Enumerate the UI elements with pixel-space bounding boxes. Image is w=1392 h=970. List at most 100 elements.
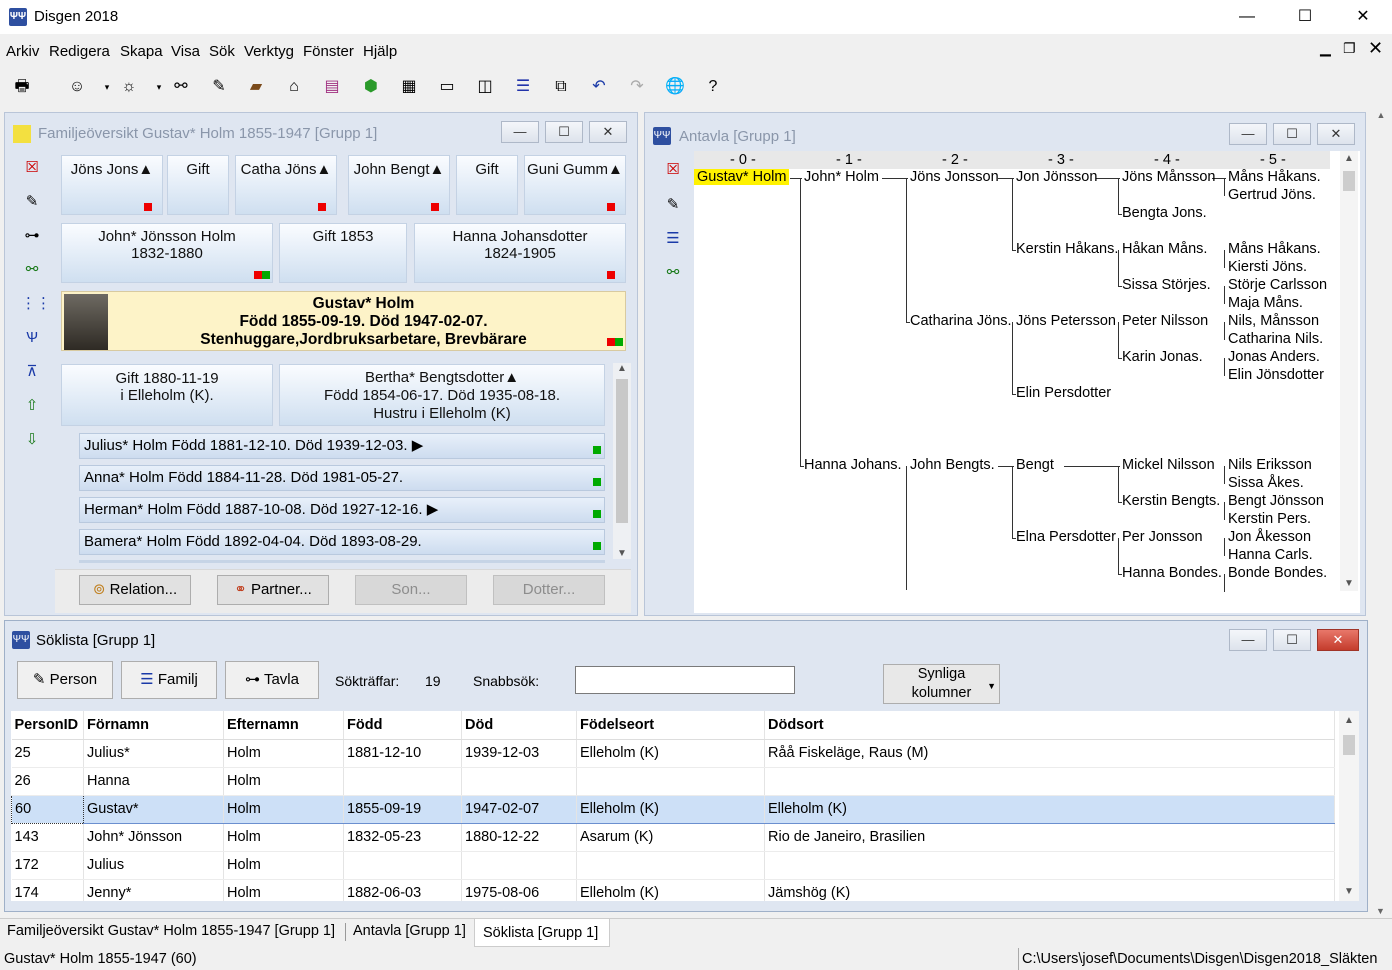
partner-button[interactable]: ⚭ Partner...	[217, 575, 329, 605]
calendar-icon[interactable]: ▦	[398, 76, 420, 98]
edit-note-icon[interactable]: ✎	[662, 194, 684, 216]
pedigree-person[interactable]: Maja Måns.	[1228, 295, 1303, 311]
grandmother-paternal-box[interactable]: Catha Jöns▲	[235, 155, 337, 215]
visible-columns-button[interactable]: Synliga kolumner ▼	[883, 664, 1000, 704]
globe-icon[interactable]: 🌐	[664, 76, 686, 98]
mother-box[interactable]: Hanna Johansdotter 1824-1905	[414, 223, 626, 283]
search-green-icon[interactable]: ⚯	[662, 262, 684, 284]
pedigree-person[interactable]: John* Holm	[804, 169, 879, 185]
column-header[interactable]: Dödsort	[764, 711, 1335, 740]
pedigree-person[interactable]: Catharina Nils.	[1228, 331, 1323, 347]
pedigree-person[interactable]: Bonde Bondes.	[1228, 565, 1327, 581]
scroll-up-icon[interactable]: ▲	[1372, 110, 1390, 120]
scroll-thumb[interactable]	[1343, 735, 1355, 755]
person-button[interactable]: ✎ Person	[17, 661, 113, 699]
pedigree-window-close[interactable]: ✕	[1317, 123, 1355, 145]
column-header[interactable]: Efternamn	[223, 711, 344, 740]
pedigree-person[interactable]: Störje Carlsson	[1228, 277, 1327, 293]
menu-sok[interactable]: Sök	[209, 43, 235, 60]
search-window-close[interactable]: ✕	[1317, 629, 1359, 651]
pedigree-person[interactable]: Nils Eriksson	[1228, 457, 1312, 473]
family-window-maximize[interactable]: ☐	[545, 121, 583, 143]
pedigree-person[interactable]: Jon Åkesson	[1228, 529, 1311, 545]
scroll-thumb[interactable]	[616, 379, 628, 523]
search-window-maximize[interactable]: ☐	[1273, 629, 1311, 651]
pedigree-person[interactable]: Peter Nilsson	[1122, 313, 1208, 329]
delete-icon[interactable]: ☒	[662, 159, 684, 181]
pedigree-person[interactable]: Kerstin Pers.	[1228, 511, 1311, 527]
pedigree-person[interactable]: Måns Håkans.	[1228, 241, 1321, 257]
pedigree-root[interactable]: Gustav* Holm	[694, 169, 790, 185]
table-row[interactable]: 143 John* Jönsson Holm 1832-05-23 1880-1…	[11, 823, 1335, 852]
father-box[interactable]: John* Jönsson Holm 1832-1880	[61, 223, 273, 283]
pedigree-person[interactable]: Catharina Jöns.	[910, 313, 1012, 329]
pedigree-window-maximize[interactable]: ☐	[1273, 123, 1311, 145]
grid-scrollbar[interactable]: ▲ ▼	[1339, 711, 1359, 901]
dropdown-icon[interactable]: ▾	[148, 76, 170, 98]
table-row[interactable]: 172 Julius Holm	[11, 851, 1335, 880]
pedigree-person[interactable]: Sissa Störjes.	[1122, 277, 1211, 293]
column-header[interactable]: Förnamn	[83, 711, 224, 740]
pedigree-person[interactable]: Hanna Carls.	[1228, 547, 1313, 563]
pedigree-person[interactable]: Bengt	[1016, 457, 1054, 473]
child-row[interactable]: Herman* Holm Född 1887-10-08. Död 1927-1…	[79, 497, 605, 523]
person-search-icon[interactable]: ☼	[118, 76, 140, 98]
pedigree-person[interactable]: Jon Jönsson	[1016, 169, 1097, 185]
pedigree-person[interactable]: Kiersti Jöns.	[1228, 259, 1307, 275]
print-icon[interactable]: 🖶	[11, 76, 33, 98]
pedigree-person[interactable]: Håkan Måns.	[1122, 241, 1207, 257]
quick-search-input[interactable]	[575, 666, 795, 694]
scroll-down-icon[interactable]: ▼	[1344, 578, 1354, 589]
window-icon[interactable]: ▭	[436, 76, 458, 98]
binoculars-icon[interactable]: ⚯	[170, 76, 192, 98]
minimize-button[interactable]: —	[1218, 0, 1276, 34]
family-window-minimize[interactable]: —	[501, 121, 539, 143]
familj-button[interactable]: ☰ Familj	[121, 661, 217, 699]
column-header[interactable]: PersonID	[11, 711, 84, 740]
pedigree-person[interactable]: Per Jonsson	[1122, 529, 1203, 545]
cascade-window-icon[interactable]: ⧉	[550, 76, 572, 98]
edit-icon[interactable]: ✎	[208, 76, 230, 98]
parents-marriage-box[interactable]: Gift 1853	[279, 223, 407, 283]
dotter-button[interactable]: Dotter...	[493, 575, 605, 605]
menu-hjalp[interactable]: Hjälp	[363, 43, 397, 60]
person-photo[interactable]	[64, 294, 108, 350]
mdi-restore-button[interactable]: ❐	[1343, 40, 1356, 57]
pedigree-person[interactable]: Bengta Jons.	[1122, 205, 1207, 221]
family-window-close[interactable]: ✕	[589, 121, 627, 143]
search-green-icon[interactable]: ⚯	[21, 259, 43, 281]
pedigree-person[interactable]: Jöns Månsson	[1122, 169, 1216, 185]
tavla-button[interactable]: ⊶ Tavla	[225, 661, 319, 699]
column-header[interactable]: Född	[343, 711, 462, 740]
main-scrollbar[interactable]: ▲ ▼	[1372, 110, 1390, 916]
child-row[interactable]: Bamera* Holm Född 1892-04-04. Död 1893-0…	[79, 529, 605, 555]
scroll-down-icon[interactable]: ▼	[617, 548, 627, 559]
pedigree-person[interactable]: Gertrud Jöns.	[1228, 187, 1316, 203]
scroll-up-icon[interactable]: ▲	[1339, 711, 1359, 726]
scroll-down-icon[interactable]: ▼	[1344, 886, 1354, 897]
pedigree-person[interactable]: Måns Håkans.	[1228, 169, 1321, 185]
marriage-box-maternal[interactable]: Gift	[456, 155, 518, 215]
mdi-close-button[interactable]: ✕	[1368, 38, 1383, 59]
scroll-up-icon[interactable]: ▲	[1340, 151, 1358, 164]
pedigree-person[interactable]: Elna Persdotter	[1016, 529, 1116, 545]
spouse-box[interactable]: Bertha* Bengtsdotter▲ Född 1854-06-17. D…	[279, 364, 605, 426]
pedigree-scrollbar[interactable]: ▲ ▼	[1340, 151, 1358, 591]
scroll-up-icon[interactable]: ▲	[613, 363, 631, 374]
pedigree-person[interactable]: John Bengts.	[910, 457, 995, 473]
menu-redigera[interactable]: Redigera	[49, 43, 110, 60]
menu-fonster[interactable]: Fönster	[303, 43, 354, 60]
pedigree-person[interactable]: Sissa Åkes.	[1228, 475, 1304, 491]
child-row[interactable]: Julius* Holm Född 1881-12-10. Död 1939-1…	[79, 433, 605, 459]
columns-icon[interactable]: ⋮⋮	[21, 293, 51, 315]
menu-verktyg[interactable]: Verktyg	[244, 43, 294, 60]
son-button[interactable]: Son...	[355, 575, 467, 605]
table-row-selected[interactable]: 60 Gustav* Holm 1855-09-19 1947-02-07 El…	[11, 794, 1335, 824]
pedigree-person[interactable]: Jonas Anders.	[1228, 349, 1320, 365]
grandfather-maternal-box[interactable]: John Bengt▲	[348, 155, 450, 215]
spouse-marriage-box[interactable]: Gift 1880-11-19 i Elleholm (K).	[61, 364, 273, 426]
children-scrollbar[interactable]: ▲ ▼	[613, 363, 631, 559]
pedigree-person[interactable]: Hanna Bondes.	[1122, 565, 1222, 581]
table-row[interactable]: 26 Hanna Holm	[11, 767, 1335, 796]
menu-visa[interactable]: Visa	[171, 43, 200, 60]
